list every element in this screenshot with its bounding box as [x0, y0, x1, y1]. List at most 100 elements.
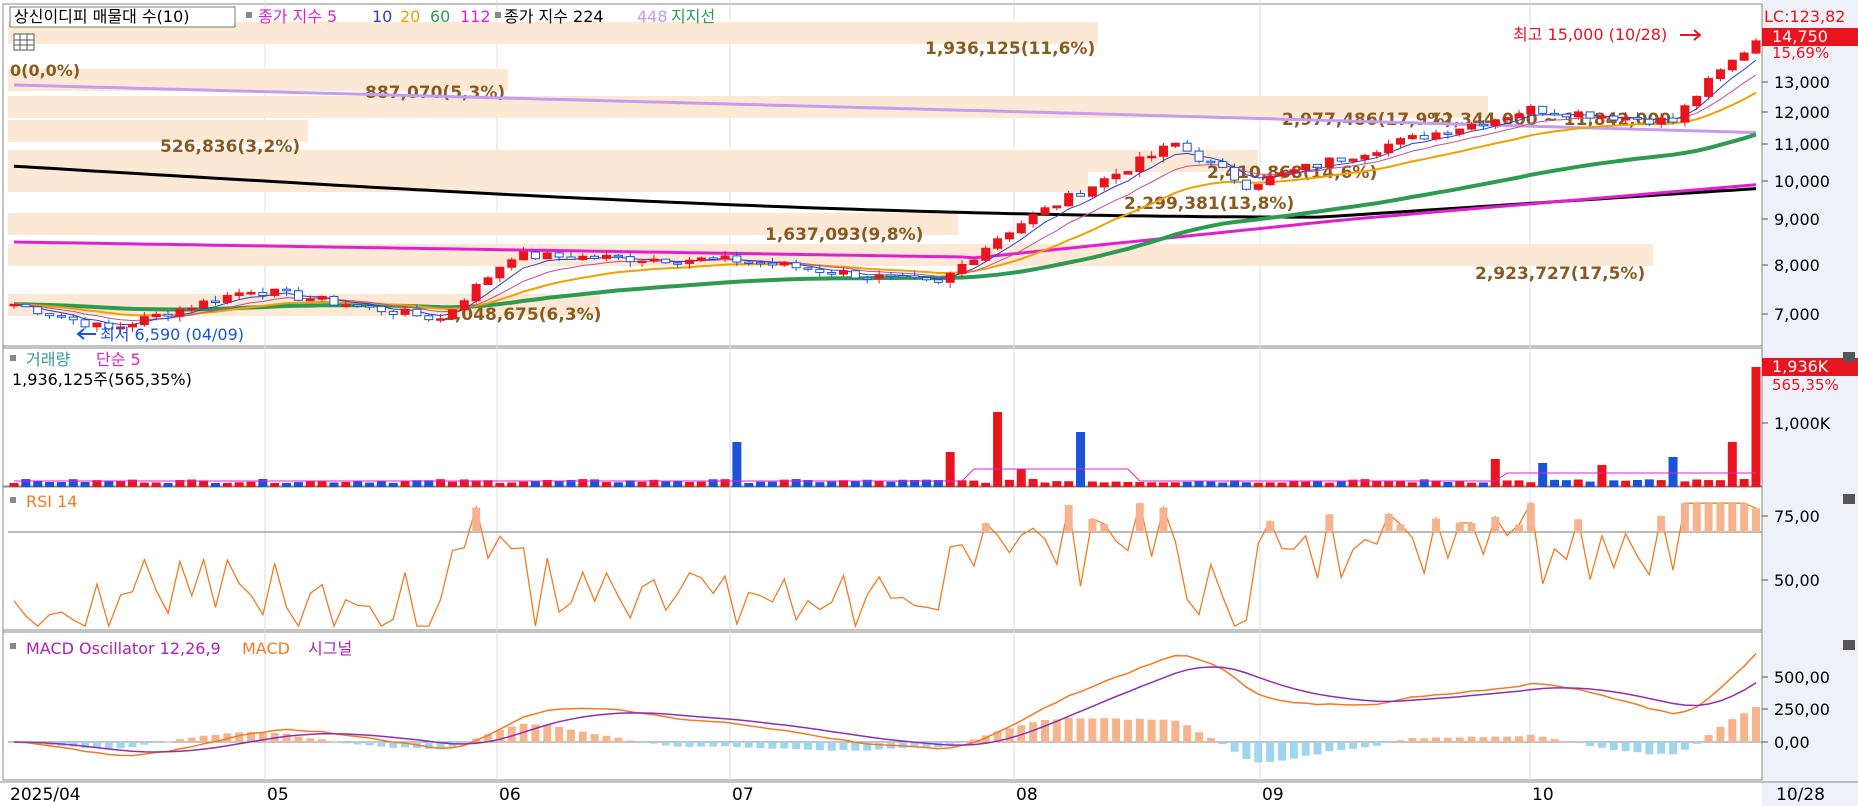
macd-histogram-bar: [1692, 742, 1701, 744]
volume-profile-label: 1,637,093(9,8%): [765, 225, 923, 245]
rsi-overbought-fill: [1526, 503, 1535, 532]
volume-bar: [993, 412, 1003, 487]
candle: [1277, 172, 1287, 177]
macd-histogram-bar: [1503, 736, 1512, 742]
candle: [649, 258, 659, 262]
macd-title: MACD Oscillator 12,26,9: [26, 639, 221, 658]
macd-histogram-bar: [199, 735, 208, 742]
volume-bar: [1277, 482, 1287, 487]
volume-bar: [637, 481, 647, 487]
volume-bar: [1087, 481, 1097, 487]
volume-bar: [1704, 480, 1714, 487]
macd-histogram-bar: [1526, 734, 1535, 742]
macd-histogram-bar: [164, 741, 173, 743]
volume-bar: [436, 479, 446, 487]
volume-bar: [827, 481, 837, 487]
collapse-button[interactable]: [1843, 640, 1855, 650]
candle: [1455, 128, 1465, 135]
date-tick: 10: [1532, 785, 1554, 805]
macd-histogram-bar: [1337, 742, 1346, 751]
volume-bar: [1490, 459, 1500, 487]
collapse-button[interactable]: [1843, 352, 1855, 362]
volume-bar: [602, 482, 612, 487]
volume-bar: [1597, 465, 1607, 487]
volume-bar: [1751, 367, 1761, 487]
candle: [1597, 115, 1607, 119]
candle: [1704, 78, 1714, 97]
volume-bar: [1253, 482, 1263, 487]
volume-bar: [696, 481, 706, 487]
macd-histogram-bar: [1254, 742, 1263, 763]
volume-bar: [1289, 480, 1299, 487]
current-pct: 15,69%: [1772, 44, 1829, 62]
candle: [68, 316, 78, 321]
legend-item: 종가 지수 224: [504, 7, 604, 26]
candle: [1360, 154, 1370, 160]
candle: [163, 313, 173, 317]
macd-histogram-bar: [1277, 742, 1286, 761]
candle: [1182, 142, 1192, 152]
candle: [993, 238, 1003, 249]
legend-marker: [10, 355, 16, 361]
rsi-overbought-fill: [1574, 519, 1583, 532]
candle: [1052, 205, 1062, 209]
volume-bar: [1431, 480, 1441, 487]
candle: [1384, 143, 1394, 154]
volume-bar: [1632, 479, 1642, 487]
macd-histogram-bar: [958, 742, 967, 743]
volume-bar: [815, 482, 825, 487]
macd-histogram-bar: [1325, 742, 1334, 752]
volume-profile-bar: [8, 96, 1488, 118]
legend-item: 종가 지수 5: [258, 7, 337, 26]
candle: [1656, 117, 1666, 125]
macd-histogram-bar: [1171, 720, 1180, 742]
candle: [613, 254, 623, 258]
macd-histogram-bar: [1479, 737, 1488, 742]
volume-bar: [9, 482, 19, 487]
macd-histogram-bar: [329, 741, 338, 743]
volume-bar: [388, 482, 398, 487]
candle: [1478, 123, 1488, 127]
price-tick: 10,000: [1774, 172, 1830, 191]
macd-histogram-bar: [685, 742, 694, 747]
candle: [1289, 169, 1299, 174]
macd-histogram-bar: [732, 742, 741, 748]
collapse-button[interactable]: [1843, 494, 1855, 504]
volume-bar: [282, 482, 292, 487]
candle: [1004, 232, 1014, 240]
candle: [554, 252, 564, 258]
macd-histogram-bar: [152, 742, 161, 743]
price-tick: 11,000: [1774, 135, 1830, 154]
macd-histogram-bar: [1514, 736, 1523, 742]
legend-item: 60: [430, 7, 450, 26]
candle: [1253, 184, 1263, 190]
grid-icon[interactable]: [13, 33, 35, 51]
legend-item: 448: [637, 7, 668, 26]
volume-bar: [222, 482, 232, 487]
volume-bar: [673, 481, 683, 487]
candle: [1443, 132, 1453, 135]
date-tick: 08: [1016, 785, 1038, 805]
candle: [258, 291, 268, 296]
candle: [376, 305, 386, 313]
volume-bar: [258, 479, 268, 487]
candle: [459, 300, 469, 311]
volume-bar: [1182, 481, 1192, 487]
volume-bar: [341, 481, 351, 487]
volume-bar: [886, 481, 896, 487]
rsi-overbought-fill: [1680, 503, 1689, 532]
macd-histogram-bar: [673, 742, 682, 747]
date-tick: 07: [732, 785, 754, 805]
candle: [282, 288, 292, 292]
candle: [1064, 193, 1074, 207]
candle: [151, 313, 161, 318]
candle: [1076, 193, 1086, 197]
volume-bar: [365, 482, 375, 487]
stock-chart[interactable]: 1,936,125(11,6%)887,070(5,3%)2,977,486(1…: [0, 0, 1858, 806]
candle: [590, 255, 600, 259]
candle: [1431, 132, 1441, 140]
candle: [981, 247, 991, 261]
candle: [874, 274, 884, 279]
volume-bar: [1478, 482, 1488, 487]
volume-bar: [1241, 482, 1251, 487]
